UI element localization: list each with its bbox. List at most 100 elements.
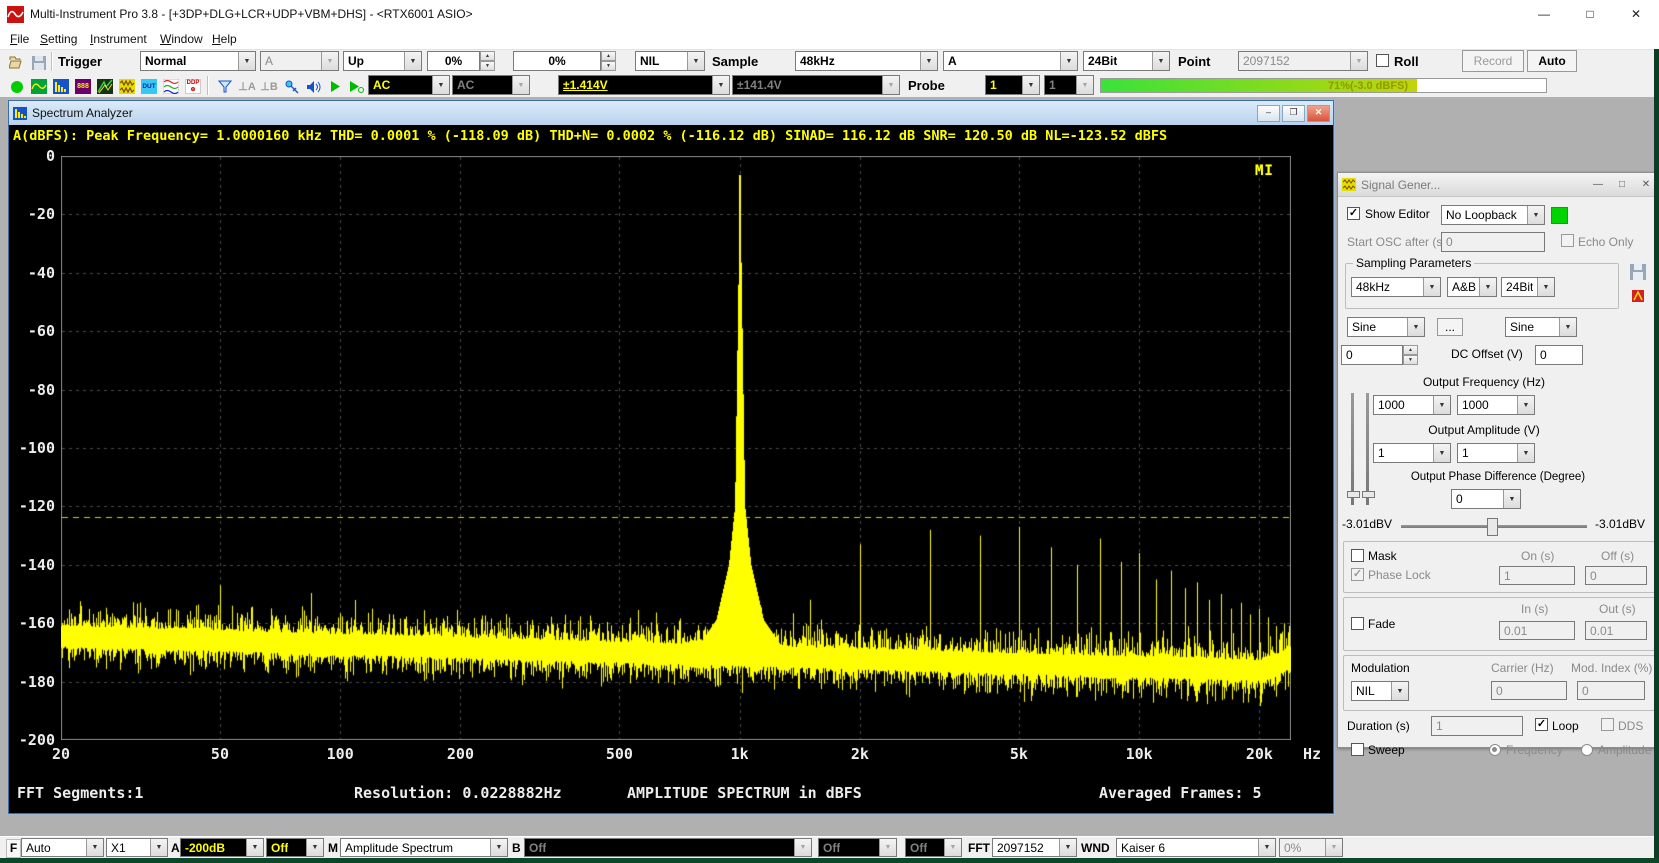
device-test-plan-icon[interactable]: DUT [138, 76, 160, 97]
waveform-more-button[interactable]: ... [1437, 318, 1463, 336]
channel-combo[interactable]: A▼ [943, 51, 1078, 71]
trigger-delay-field[interactable]: 0% [513, 51, 601, 71]
waveform-a-combo[interactable]: Sine▼ [1347, 317, 1425, 337]
probe-a-combo[interactable]: 1▼ [985, 75, 1040, 95]
spectrum-maximize-button[interactable]: ❐ [1282, 105, 1305, 122]
duration-field[interactable]: 1 [1431, 716, 1523, 736]
b-range-combo[interactable]: Off▼ [524, 838, 812, 857]
frequency-b-combo[interactable]: 1000▼ [1457, 395, 1535, 415]
trigger-hpf-combo[interactable]: NIL▼ [635, 51, 705, 71]
probe-calibration-icon[interactable] [280, 76, 302, 97]
amplitude-a-slider[interactable] [1351, 393, 1354, 505]
spectrum-window-titlebar[interactable]: Spectrum Analyzer – ❐ ✕ [9, 101, 1333, 125]
show-editor-checkbox[interactable] [1347, 207, 1360, 220]
window-function-combo[interactable]: Kaiser 6▼ [1116, 838, 1276, 857]
start-osc-field[interactable]: 0 [1441, 232, 1545, 252]
b-shift-combo[interactable]: Off▼ [818, 838, 897, 857]
siggen-save-icon[interactable] [1627, 261, 1649, 282]
menu-window[interactable]: Window [156, 31, 207, 47]
minimize-button[interactable]: — [1521, 0, 1567, 28]
waveform-b-combo[interactable]: Sine▼ [1505, 317, 1577, 337]
trigger-delay-stepper[interactable]: ▲▼ [601, 51, 616, 71]
roll-checkbox[interactable] [1376, 54, 1389, 67]
coupling-b-combo[interactable]: AC▼ [452, 75, 530, 95]
siggen-bits-combo[interactable]: 24Bit▼ [1501, 277, 1555, 297]
sweep-checkbox[interactable] [1351, 743, 1364, 756]
range-a-combo[interactable]: ±1.414V▼ [558, 75, 730, 95]
sample-rate-combo[interactable]: 48kHz▼ [795, 51, 938, 71]
play-icon[interactable] [324, 76, 346, 97]
siggen-hot-icon[interactable] [1627, 285, 1649, 306]
output-on-button[interactable] [1551, 207, 1568, 224]
frequency-a-combo[interactable]: 1000▼ [1373, 395, 1451, 415]
close-button[interactable]: ✕ [1613, 0, 1659, 28]
loopback-combo[interactable]: No Loopback▼ [1441, 205, 1545, 225]
loop-checkbox[interactable] [1535, 718, 1548, 731]
filter-icon[interactable] [214, 76, 236, 97]
bit-depth-combo[interactable]: 24Bit▼ [1083, 51, 1170, 71]
echo-only-checkbox[interactable] [1561, 234, 1574, 247]
siggen-rate-combo[interactable]: 48kHz▼ [1351, 277, 1441, 297]
auto-button[interactable]: Auto [1527, 50, 1577, 72]
sweep-amplitude-radio[interactable] [1581, 744, 1593, 756]
amplitude-b-slider[interactable] [1366, 393, 1369, 505]
sound-device-icon[interactable] [302, 76, 324, 97]
dds-checkbox[interactable] [1601, 718, 1614, 731]
amplitude-a-slider-handle[interactable] [1347, 491, 1360, 498]
points-combo[interactable]: 2097152▼ [1238, 51, 1368, 71]
spectrum-minimize-button[interactable]: – [1257, 105, 1280, 122]
frequency-mode-combo[interactable]: Auto▼ [21, 838, 104, 857]
amplitude-a-combo[interactable]: 1▼ [1373, 443, 1451, 463]
carrier-field[interactable]: 0 [1491, 681, 1567, 700]
mask-on-field[interactable]: 1 [1499, 566, 1575, 585]
fade-out-field[interactable]: 0.01 [1585, 621, 1647, 640]
record-button[interactable]: Record [1462, 50, 1524, 72]
menu-instrument[interactable]: Instrument [86, 31, 151, 47]
mod-index-field[interactable]: 0 [1577, 681, 1645, 700]
display-mode-combo[interactable]: Amplitude Spectrum▼ [340, 838, 508, 857]
a-range-combo[interactable]: -200dB▼ [180, 838, 264, 857]
fft-size-combo[interactable]: 2097152▼ [992, 838, 1077, 857]
siggen-channels-combo[interactable]: A&B▼ [1447, 277, 1497, 297]
signal-generator-titlebar[interactable]: Signal Gener... — □ ✕ [1338, 173, 1659, 197]
dc-offset-a-field[interactable]: 0 [1341, 345, 1403, 365]
zoom-combo[interactable]: X1▼ [106, 838, 168, 857]
multimeter-icon[interactable]: 888 [72, 76, 94, 97]
fade-in-field[interactable]: 0.01 [1499, 621, 1575, 640]
siggen-maximize-button[interactable]: □ [1611, 177, 1633, 193]
balance-slider-handle[interactable] [1487, 518, 1498, 536]
phase-lock-checkbox[interactable] [1351, 568, 1364, 581]
trigger-mode-combo[interactable]: Normal▼ [140, 51, 256, 71]
dc-offset-b-field[interactable]: 0 [1535, 345, 1583, 365]
modulation-type-combo[interactable]: NIL▼ [1351, 681, 1409, 701]
a-shift-combo[interactable]: Off▼ [266, 838, 324, 857]
trigger-edge-combo[interactable]: Up▼ [343, 51, 422, 71]
spectrum-3d-icon[interactable] [94, 76, 116, 97]
phase-combo[interactable]: 0▼ [1451, 489, 1521, 509]
marker-b-icon[interactable]: ⊥B [258, 76, 280, 97]
dc-offset-stepper[interactable]: ▲▼ [1403, 345, 1418, 365]
run-indicator-icon[interactable] [6, 76, 28, 97]
signal-generator-icon[interactable] [116, 76, 138, 97]
menu-help[interactable]: Help [208, 31, 241, 47]
sweep-frequency-radio[interactable] [1489, 744, 1501, 756]
spectrum-close-button[interactable]: ✕ [1307, 105, 1330, 122]
menu-file[interactable]: File [6, 31, 33, 47]
amplitude-b-slider-handle[interactable] [1362, 491, 1375, 498]
fade-checkbox[interactable] [1351, 617, 1364, 630]
probe-b-combo[interactable]: 1▼ [1044, 75, 1094, 95]
oscilloscope-icon[interactable] [28, 76, 50, 97]
amplitude-b-combo[interactable]: 1▼ [1457, 443, 1535, 463]
spectrum-plot[interactable] [61, 156, 1291, 740]
open-icon[interactable] [6, 52, 28, 73]
overlap-combo[interactable]: 0%▼ [1279, 838, 1343, 857]
trigger-level-stepper[interactable]: ▲▼ [480, 51, 495, 71]
trigger-source-combo[interactable]: A▼ [260, 51, 339, 71]
mask-checkbox[interactable] [1351, 549, 1364, 562]
menu-setting[interactable]: Setting [36, 31, 81, 47]
range-b-combo[interactable]: ±141.4V▼ [732, 75, 900, 95]
trigger-level-field[interactable]: 0% [427, 51, 480, 71]
marker-a-icon[interactable]: ⊥A [236, 76, 258, 97]
siggen-minimize-button[interactable]: — [1587, 177, 1609, 193]
spectrum-analyzer-icon[interactable] [50, 76, 72, 97]
